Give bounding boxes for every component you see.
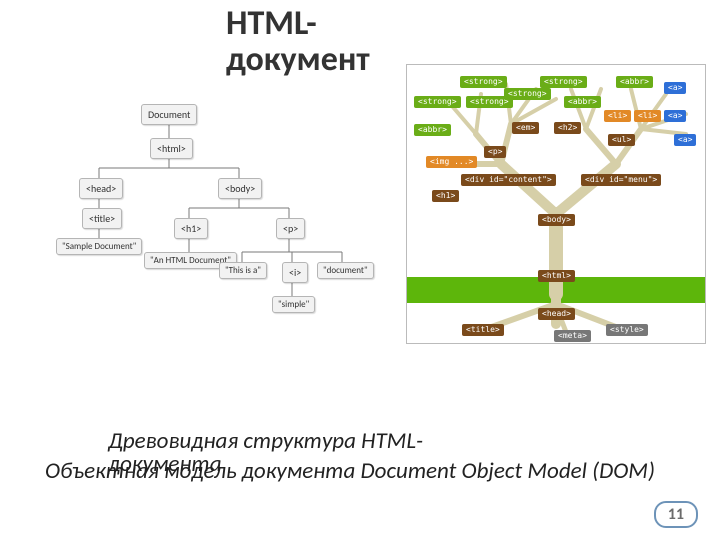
tag-strong5: <strong>: [540, 76, 587, 88]
tag-style: <style>: [606, 324, 648, 336]
tag-html: <html>: [538, 270, 575, 282]
tag-body: <body>: [538, 214, 575, 226]
dom-tree-diagram: Document <html> <head> <body> <title> "S…: [44, 104, 394, 374]
tag-p: <p>: [484, 146, 506, 158]
tag-strong4: <strong>: [504, 88, 551, 100]
node-html: <html>: [150, 138, 193, 159]
tag-h1: <h1>: [432, 190, 459, 202]
node-head: <head>: [79, 178, 123, 199]
node-title-text: "Sample Document": [56, 238, 142, 255]
tag-ul: <ul>: [608, 134, 635, 146]
tag-a2: <a>: [664, 110, 686, 122]
node-p-text2: "document": [317, 262, 374, 279]
tag-div-menu: <div id="menu">: [581, 174, 661, 186]
node-p: <p>: [276, 218, 305, 239]
tag-strong1: <strong>: [414, 96, 461, 108]
page-number: 11: [654, 501, 698, 528]
tag-img: <img ...>: [426, 156, 477, 168]
node-title: <title>: [82, 208, 122, 229]
tag-abbr3: <abbr>: [616, 76, 653, 88]
node-i: <i>: [282, 262, 308, 283]
caption-dom: Объектная модель документа Document Obje…: [45, 457, 655, 485]
node-body: <body>: [218, 178, 262, 199]
node-i-text: "simple": [272, 296, 315, 313]
tag-head: <head>: [538, 308, 575, 320]
tag-abbr2: <abbr>: [564, 96, 601, 108]
tag-em: <em>: [512, 122, 539, 134]
slide-title: HTML- документ: [226, 6, 370, 77]
node-document: Document: [141, 104, 197, 125]
tag-h2: <h2>: [554, 122, 581, 134]
title-line-2: документ: [226, 42, 370, 78]
tag-strong2: <strong>: [460, 76, 507, 88]
tag-meta: <meta>: [554, 330, 591, 342]
node-h1: <h1>: [174, 218, 208, 239]
node-p-text1: "This is a": [219, 262, 267, 279]
tag-li2: <li>: [634, 110, 661, 122]
tag-title: <title>: [462, 324, 504, 336]
tag-a3: <a>: [674, 134, 696, 146]
tag-li1: <li>: [604, 110, 631, 122]
tag-a1: <a>: [664, 82, 686, 94]
dom-tree-illustration: <body> <html> <head> <title> <meta> <sty…: [406, 64, 706, 344]
tag-abbr1: <abbr>: [414, 124, 451, 136]
title-line-1: HTML-: [226, 6, 370, 42]
tag-div-content: <div id="content">: [461, 174, 556, 186]
